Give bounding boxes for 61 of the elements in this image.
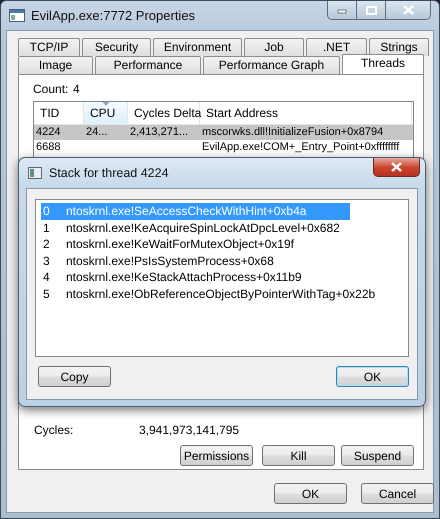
dialog-title: Stack for thread 4224 [49, 166, 169, 180]
tab[interactable]: .NET [306, 38, 367, 56]
table-row[interactable]: 6688 EvilApp.exe!COM+_Entry_Point+0xffffffff [34, 140, 413, 155]
thread-action-button[interactable]: Permissions [180, 445, 253, 466]
tab[interactable]: Performance Graph [203, 56, 340, 74]
thread-action-button[interactable]: Kill [262, 445, 335, 466]
count-value: 4 [73, 82, 80, 96]
close-button[interactable] [373, 158, 420, 177]
close-icon [402, 5, 414, 15]
cycles-value: 3,941,973,141,795 [139, 423, 240, 437]
column-header[interactable]: CPU [84, 102, 128, 124]
frame-text: ntoskrnl.exe!ObReferenceObjectByPointerWithTag+0x22b [66, 286, 376, 303]
table-cell: 2,413,271... [130, 126, 188, 138]
tab[interactable]: Performance [95, 56, 201, 74]
frame-text: ntoskrnl.exe!PsIsSystemProcess+0x68 [66, 252, 274, 270]
count-label: Count: [33, 82, 70, 96]
stack-frame-row[interactable]: 5 ntoskrnl.exe!ObReferenceObjectByPointerWithTag+0x22b [41, 286, 376, 303]
tab[interactable]: Threads [342, 54, 424, 74]
table-cell: 24... [86, 126, 108, 138]
window-title: EvilApp.exe:7772 Properties [31, 8, 196, 23]
frame-index: 1 [42, 220, 51, 236]
close-icon [391, 162, 402, 172]
table-cell: 4224 [36, 126, 60, 138]
selected-row[interactable]: 4224 24... 2,413,271... mscorwks.dll!InitializeFusion+0x8794 [34, 125, 413, 140]
thread-action-button[interactable]: Suspend [341, 445, 414, 466]
frame-text: ntoskrnl.exe!KeWaitForMutexObject+0x19f [66, 236, 294, 253]
frame-index: 0 [42, 203, 51, 220]
table-cell: mscorwks.dll!InitializeFusion+0x8794 [202, 126, 384, 138]
tab[interactable]: Image [18, 56, 93, 74]
frame-text: ntoskrnl.exe!KeAcquireSpinLockAtDpcLevel+0x682 [66, 220, 340, 236]
stack-frame-row[interactable]: 1 ntoskrnl.exe!KeAcquireSpinLockAtDpcLevel+0x682 [41, 220, 350, 236]
frame-index: 3 [42, 252, 51, 270]
stack-frame-row[interactable]: 3 ntoskrnl.exe!PsIsSystemProcess+0x68 [41, 252, 350, 270]
dialog-button[interactable]: Copy [38, 366, 111, 387]
frame-index: 4 [42, 269, 51, 286]
table-cell: 6688 [36, 141, 60, 153]
tab[interactable]: TCP/IP [18, 38, 80, 56]
column-header[interactable]: Cycles Delta [128, 102, 200, 124]
frame-text: ntoskrnl.exe!KeStackAttachProcess+0x11b9 [66, 269, 302, 286]
frame-index: 2 [42, 236, 51, 253]
table-cell: EvilApp.exe!COM+_Entry_Point+0xffffffff [202, 141, 400, 153]
stack-frame-row[interactable]: 4 ntoskrnl.exe!KeStackAttachProcess+0x11b9 [41, 269, 350, 286]
tab[interactable]: Job [244, 38, 304, 56]
frame-index: 5 [42, 286, 51, 303]
tab[interactable]: Security [82, 38, 151, 56]
tab[interactable]: Environment [153, 38, 242, 56]
dialog-button[interactable]: OK [274, 483, 347, 504]
frame-text: ntoskrnl.exe!SeAccessCheckWithHint+0xb4a [66, 203, 306, 220]
dialog-window-icon [28, 167, 42, 179]
tab[interactable]: Strings [369, 38, 429, 56]
maximize-icon [366, 6, 376, 14]
cycles-label: Cycles: [34, 423, 74, 437]
maximize-button[interactable] [356, 1, 385, 19]
dialog-button[interactable]: Cancel [361, 483, 434, 504]
dialog-button[interactable]: OK [336, 366, 409, 387]
sort-arrow-icon [102, 102, 109, 106]
app-window-icon [9, 9, 25, 22]
close-button[interactable] [385, 1, 430, 19]
stack-frame-row[interactable]: 2 ntoskrnl.exe!KeWaitForMutexObject+0x19f [41, 236, 350, 253]
column-header[interactable]: Start Address [200, 102, 412, 124]
minimize-button[interactable] [328, 1, 356, 19]
